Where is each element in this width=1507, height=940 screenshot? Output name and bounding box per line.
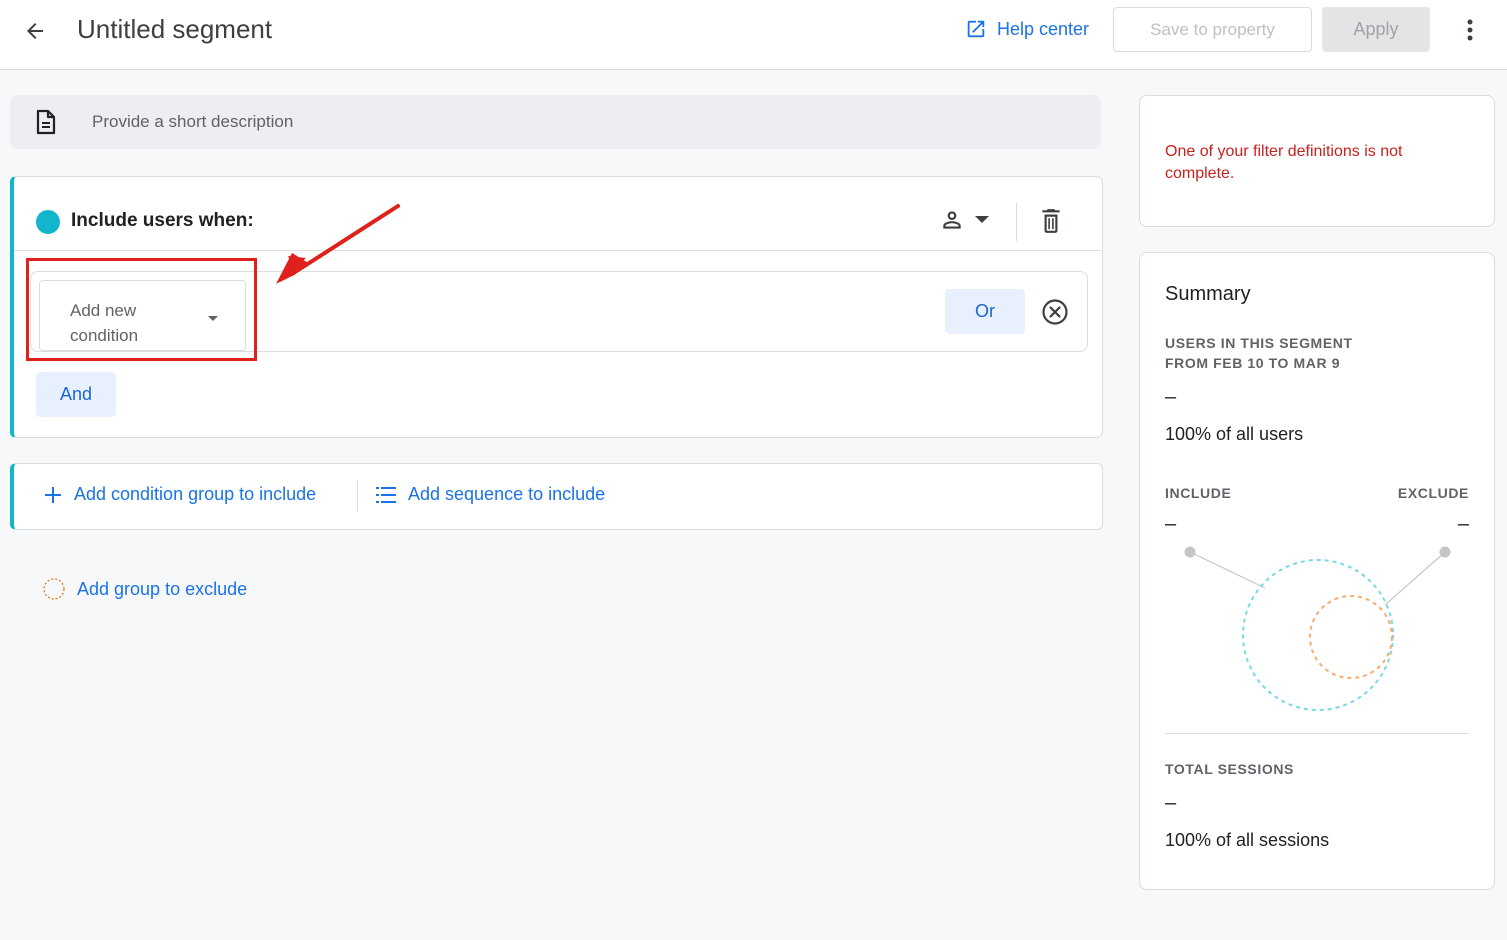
include-value: – bbox=[1165, 513, 1177, 535]
divider bbox=[1165, 733, 1469, 734]
and-button[interactable]: And bbox=[36, 372, 116, 417]
venn-diagram bbox=[1184, 546, 1451, 711]
back-arrow-icon[interactable] bbox=[20, 16, 50, 46]
plus-icon bbox=[45, 486, 61, 503]
summary-title: Summary bbox=[1165, 283, 1251, 305]
include-circle bbox=[1242, 559, 1394, 711]
scope-dropdown[interactable] bbox=[939, 207, 989, 233]
document-icon bbox=[36, 109, 56, 135]
save-to-property-button[interactable]: Save to property bbox=[1113, 7, 1312, 52]
help-center-label: Help center bbox=[997, 18, 1090, 39]
users-percent-text: 100% of all users bbox=[1165, 424, 1304, 444]
page-title[interactable]: Untitled segment bbox=[77, 14, 272, 45]
include-group-title: Include users when: bbox=[71, 210, 254, 231]
add-group-to-exclude-label: Add group to exclude bbox=[77, 578, 248, 599]
include-label: INCLUDE bbox=[1165, 485, 1232, 501]
exclude-pointer-line bbox=[1384, 551, 1446, 606]
add-condition-group-button[interactable]: Add condition group to include bbox=[44, 484, 316, 505]
users-in-segment-value: – bbox=[1165, 386, 1177, 408]
total-sessions-value: – bbox=[1165, 792, 1177, 814]
annotation-highlight-box bbox=[26, 258, 257, 361]
description-placeholder: Provide a short description bbox=[92, 112, 294, 131]
sessions-percent-text: 100% of all sessions bbox=[1165, 830, 1330, 850]
close-circle-icon[interactable] bbox=[1041, 298, 1069, 331]
person-icon bbox=[943, 211, 961, 229]
top-bar: Untitled segment Help center Save to pro… bbox=[0, 0, 1507, 70]
description-field[interactable]: Provide a short description bbox=[10, 95, 1101, 149]
exclude-label: EXCLUDE bbox=[1397, 485, 1469, 501]
dashed-circle-icon bbox=[43, 578, 65, 600]
error-message: One of your filter definitions is not co… bbox=[1165, 143, 1403, 182]
exclude-circle bbox=[1309, 595, 1393, 679]
or-button[interactable]: Or bbox=[945, 289, 1025, 334]
users-in-segment-label: USERS IN THIS SEGMENT FROM FEB 10 TO MAR… bbox=[1165, 335, 1353, 371]
divider bbox=[1016, 203, 1017, 241]
exclude-value: – bbox=[1457, 513, 1469, 535]
include-pointer-line bbox=[1189, 551, 1266, 589]
total-sessions-label: TOTAL SESSIONS bbox=[1165, 761, 1294, 777]
summary-card: Summary USERS IN THIS SEGMENT FROM FEB 1… bbox=[1139, 252, 1495, 890]
annotation-arrow bbox=[276, 204, 400, 284]
add-include-card: Add condition group to include Add seque… bbox=[10, 463, 1103, 530]
divider bbox=[357, 480, 358, 512]
trash-icon[interactable] bbox=[1038, 207, 1064, 240]
open-in-new-icon bbox=[967, 20, 985, 38]
add-condition-group-label: Add condition group to include bbox=[74, 484, 317, 504]
add-sequence-button[interactable]: Add sequence to include bbox=[376, 484, 605, 505]
include-indicator-dot bbox=[36, 210, 60, 234]
add-sequence-label: Add sequence to include bbox=[408, 484, 606, 504]
divider bbox=[14, 250, 1103, 251]
error-card: One of your filter definitions is not co… bbox=[1139, 95, 1495, 227]
more-vert-icon[interactable] bbox=[1458, 14, 1482, 46]
help-center-link[interactable]: Help center bbox=[965, 18, 1089, 40]
apply-button[interactable]: Apply bbox=[1322, 7, 1430, 52]
caret-down-icon bbox=[975, 216, 989, 223]
add-group-to-exclude-button[interactable]: Add group to exclude bbox=[43, 578, 247, 600]
list-icon bbox=[376, 486, 396, 503]
